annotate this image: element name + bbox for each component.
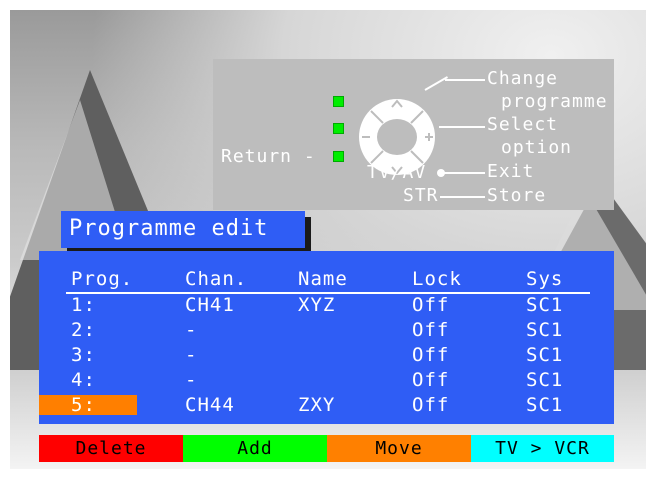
str-label: STR [403, 185, 439, 206]
table-row-sys[interactable]: SC1 [526, 394, 563, 416]
table-row-chan[interactable]: - [185, 369, 197, 391]
pointer-line [424, 76, 449, 91]
store-label: Store [487, 185, 547, 206]
table-row-name[interactable]: ZXY [298, 394, 335, 416]
change-label: Change [487, 68, 559, 89]
column-header-chan: Chan. [185, 268, 248, 290]
table-row-lock[interactable]: Off [412, 294, 449, 316]
option-label: option [501, 137, 573, 158]
add-button[interactable]: Add [183, 435, 327, 462]
pointer-line [445, 79, 485, 81]
table-row-lock[interactable]: Off [412, 344, 449, 366]
table-row-chan[interactable]: - [185, 344, 197, 366]
green-square-icon [333, 96, 344, 107]
table-row-lock[interactable]: Off [412, 394, 449, 416]
table-row-chan[interactable]: CH44 [185, 394, 235, 416]
pointer-line [440, 196, 485, 198]
column-header-name: Name [298, 268, 348, 290]
table-row-prog[interactable]: 1: [71, 294, 96, 316]
table-row-prog[interactable]: 2: [71, 319, 96, 341]
table-row-sys[interactable]: SC1 [526, 319, 563, 341]
programme-table: Prog. Chan. Name Lock Sys 1: CH41 XYZ Of… [39, 251, 614, 424]
table-row-lock[interactable]: Off [412, 319, 449, 341]
move-button[interactable]: Move [327, 435, 471, 462]
table-row-sys[interactable]: SC1 [526, 294, 563, 316]
table-row-chan[interactable]: CH41 [185, 294, 235, 316]
delete-button[interactable]: Delete [39, 435, 183, 462]
table-row-prog-selected[interactable]: 5: [71, 394, 96, 416]
column-header-lock: Lock [412, 268, 462, 290]
table-row-sys[interactable]: SC1 [526, 369, 563, 391]
green-square-icon [333, 123, 344, 134]
table-row-name[interactable]: XYZ [298, 294, 335, 316]
pointer-line [439, 126, 485, 128]
table-row-prog[interactable]: 3: [71, 344, 96, 366]
programme-label: programme [501, 91, 608, 112]
select-label: Select [487, 114, 559, 135]
tvav-label: TV/AV [367, 162, 427, 183]
green-square-icon [333, 151, 344, 162]
table-row-sys[interactable]: SC1 [526, 344, 563, 366]
exit-label: Exit [487, 161, 535, 182]
help-panel: Return - Change programme Select option … [213, 59, 614, 210]
column-header-prog: Prog. [71, 268, 134, 290]
column-header-sys: Sys [526, 268, 564, 290]
table-row-lock[interactable]: Off [412, 369, 449, 391]
tv-to-vcr-button[interactable]: TV > VCR [471, 435, 614, 462]
return-label: Return - [221, 146, 316, 167]
table-row-chan[interactable]: - [185, 319, 197, 341]
pointer-line [443, 172, 485, 174]
table-row-prog[interactable]: 4: [71, 369, 96, 391]
page-title: Programme edit [61, 211, 305, 248]
